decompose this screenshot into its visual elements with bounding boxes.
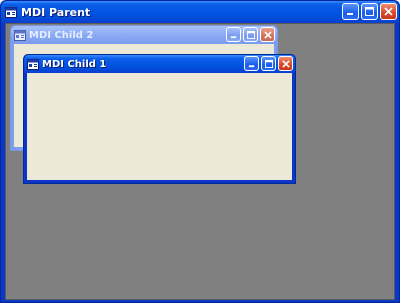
child-1-window-controls (244, 56, 293, 71)
parent-title-bar[interactable]: MDI Parent (1, 1, 399, 23)
parent-window-title: MDI Parent (21, 5, 91, 19)
parent-close-button[interactable] (380, 3, 397, 20)
child-2-minimize-button[interactable] (226, 27, 241, 42)
child-1-minimize-button[interactable] (244, 56, 259, 71)
child-1-close-button[interactable] (278, 56, 293, 71)
child-2-window-controls (226, 27, 275, 42)
minimize-icon (230, 35, 236, 38)
app-window-icon[interactable] (27, 58, 39, 70)
minimize-icon (248, 64, 254, 67)
child-2-title: MDI Child 2 (29, 29, 94, 41)
child-2-maximize-button[interactable] (243, 27, 258, 42)
maximize-icon (264, 59, 273, 68)
parent-maximize-button[interactable] (361, 3, 378, 20)
app-window-icon[interactable] (5, 6, 17, 18)
parent-minimize-button[interactable] (342, 3, 359, 20)
minimize-icon (347, 13, 353, 15)
close-icon (263, 30, 272, 39)
maximize-icon (246, 30, 255, 39)
child-1-maximize-button[interactable] (261, 56, 276, 71)
parent-window-controls (342, 3, 397, 20)
mdi-child-1-window[interactable]: MDI Child 1 (23, 54, 296, 184)
child-1-title: MDI Child 1 (42, 58, 107, 70)
child-1-title-bar[interactable]: MDI Child 1 (24, 55, 295, 73)
app-window-icon[interactable] (14, 29, 26, 41)
close-icon (384, 7, 393, 16)
child-2-close-button[interactable] (260, 27, 275, 42)
mdi-client-area[interactable]: MDI Child 2 MDI Child 1 (5, 23, 395, 300)
mdi-parent-window[interactable]: MDI Parent MDI Child 2 MDI Child 1 (0, 0, 400, 303)
child-2-title-bar[interactable]: MDI Child 2 (11, 26, 277, 44)
close-icon (281, 59, 290, 68)
child-1-content-area[interactable] (27, 73, 292, 180)
maximize-icon (365, 7, 374, 16)
